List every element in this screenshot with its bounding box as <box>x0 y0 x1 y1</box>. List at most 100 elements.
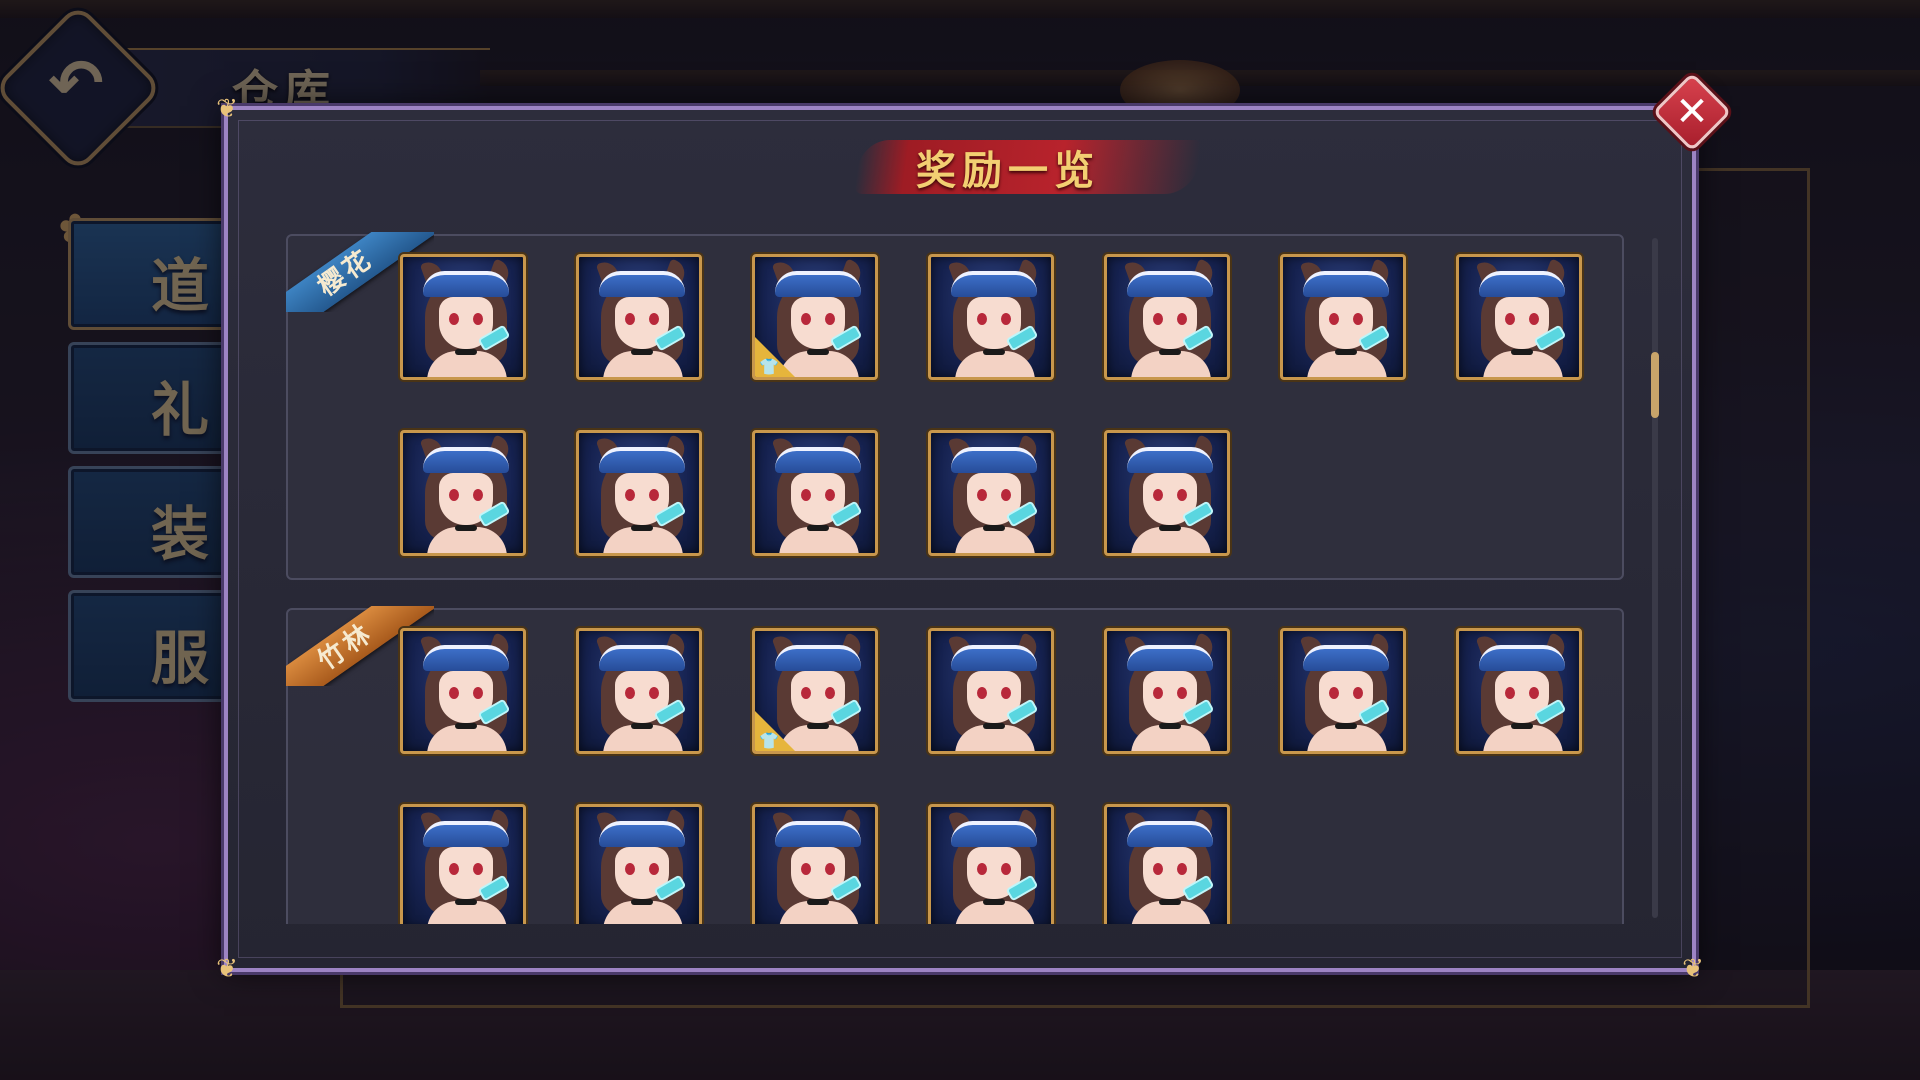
portrait-eye <box>1505 313 1515 325</box>
outfit-badge: 👕 <box>755 711 795 751</box>
portrait-eye <box>649 313 659 325</box>
portrait-eye <box>449 863 459 875</box>
reward-group-sakura: 樱花 👕 <box>286 232 1624 580</box>
portrait-eye <box>1329 313 1339 325</box>
corner-ornament-icon: ❦ <box>216 94 238 124</box>
portrait-choker <box>1335 723 1357 729</box>
portrait-choker <box>1511 723 1533 729</box>
reward-item[interactable] <box>1104 254 1230 380</box>
reward-item[interactable] <box>1280 628 1406 754</box>
reward-item[interactable] <box>1280 254 1406 380</box>
corner-ornament-icon: ❦ <box>1682 954 1704 984</box>
portrait-eye <box>1153 863 1163 875</box>
portrait-visor <box>599 447 685 473</box>
portrait-visor <box>1127 645 1213 671</box>
portrait-eye <box>625 863 635 875</box>
reward-item[interactable] <box>400 254 526 380</box>
portrait-eye <box>1177 313 1187 325</box>
reward-item[interactable] <box>928 628 1054 754</box>
portrait-eye <box>825 313 835 325</box>
portrait-eye <box>449 313 459 325</box>
reward-item[interactable] <box>1104 430 1230 556</box>
portrait-eye <box>649 863 659 875</box>
portrait-eye <box>1177 687 1187 699</box>
reward-item[interactable]: 👕 <box>752 254 878 380</box>
reward-item[interactable] <box>752 804 878 924</box>
reward-item[interactable] <box>1104 628 1230 754</box>
portrait-visor <box>423 271 509 297</box>
reward-item[interactable] <box>576 804 702 924</box>
reward-item[interactable] <box>1456 628 1582 754</box>
portrait-eye <box>1001 313 1011 325</box>
portrait-eye <box>473 313 483 325</box>
portrait-eye <box>1001 687 1011 699</box>
portrait-choker <box>1335 349 1357 355</box>
portrait-choker <box>455 349 477 355</box>
reward-item[interactable] <box>928 430 1054 556</box>
portrait-visor <box>775 821 861 847</box>
portrait-visor <box>1127 821 1213 847</box>
reward-item[interactable] <box>576 628 702 754</box>
portrait-eye <box>625 313 635 325</box>
portrait-eye <box>977 863 987 875</box>
portrait-choker <box>631 525 653 531</box>
portrait-eye <box>825 687 835 699</box>
portrait-choker <box>631 899 653 905</box>
portrait-choker <box>631 349 653 355</box>
reward-item[interactable] <box>400 804 526 924</box>
portrait-visor <box>775 645 861 671</box>
portrait-visor <box>1127 447 1213 473</box>
portrait-eye <box>1353 687 1363 699</box>
portrait-visor <box>599 645 685 671</box>
portrait-eye <box>649 489 659 501</box>
reward-item[interactable] <box>752 430 878 556</box>
portrait-eye <box>1177 863 1187 875</box>
reward-item[interactable] <box>1456 254 1582 380</box>
reward-item[interactable] <box>928 254 1054 380</box>
portrait-eye <box>1529 313 1539 325</box>
portrait-eye <box>1529 687 1539 699</box>
scrollbar-track[interactable] <box>1652 238 1658 918</box>
reward-item[interactable] <box>576 430 702 556</box>
close-icon[interactable]: ✕ <box>1664 84 1720 140</box>
reward-item[interactable] <box>400 628 526 754</box>
portrait-eye <box>1177 489 1187 501</box>
portrait-visor <box>599 821 685 847</box>
portrait-eye <box>825 489 835 501</box>
portrait-choker <box>455 723 477 729</box>
modal-title: 奖励一览 <box>916 147 1100 194</box>
portrait-eye <box>801 863 811 875</box>
portrait-eye <box>1353 313 1363 325</box>
reward-item[interactable] <box>1104 804 1230 924</box>
portrait-eye <box>801 489 811 501</box>
reward-group-bamboo: 竹林 👕 <box>286 606 1624 924</box>
shirt-icon: 👕 <box>759 357 779 376</box>
portrait-choker <box>455 525 477 531</box>
reward-item[interactable] <box>576 254 702 380</box>
portrait-eye <box>825 863 835 875</box>
portrait-visor <box>599 271 685 297</box>
portrait-eye <box>1001 863 1011 875</box>
portrait-visor <box>1303 645 1389 671</box>
portrait-visor <box>951 271 1037 297</box>
rewards-scroll-area[interactable]: 樱花 👕 竹林 👕 <box>286 232 1626 924</box>
portrait-visor <box>951 645 1037 671</box>
portrait-eye <box>449 489 459 501</box>
portrait-eye <box>625 687 635 699</box>
portrait-visor <box>423 645 509 671</box>
corner-ornament-icon: ❦ <box>216 954 238 984</box>
portrait-eye <box>977 687 987 699</box>
portrait-choker <box>807 349 829 355</box>
scrollbar-thumb[interactable] <box>1651 352 1659 418</box>
reward-item[interactable] <box>400 430 526 556</box>
portrait-choker <box>807 525 829 531</box>
modal-title-banner: 奖励一览 <box>854 134 1202 200</box>
reward-item[interactable] <box>928 804 1054 924</box>
reward-item[interactable]: 👕 <box>752 628 878 754</box>
portrait-eye <box>1505 687 1515 699</box>
portrait-eye <box>649 687 659 699</box>
portrait-choker <box>807 723 829 729</box>
portrait-choker <box>455 899 477 905</box>
portrait-eye <box>449 687 459 699</box>
portrait-choker <box>1511 349 1533 355</box>
